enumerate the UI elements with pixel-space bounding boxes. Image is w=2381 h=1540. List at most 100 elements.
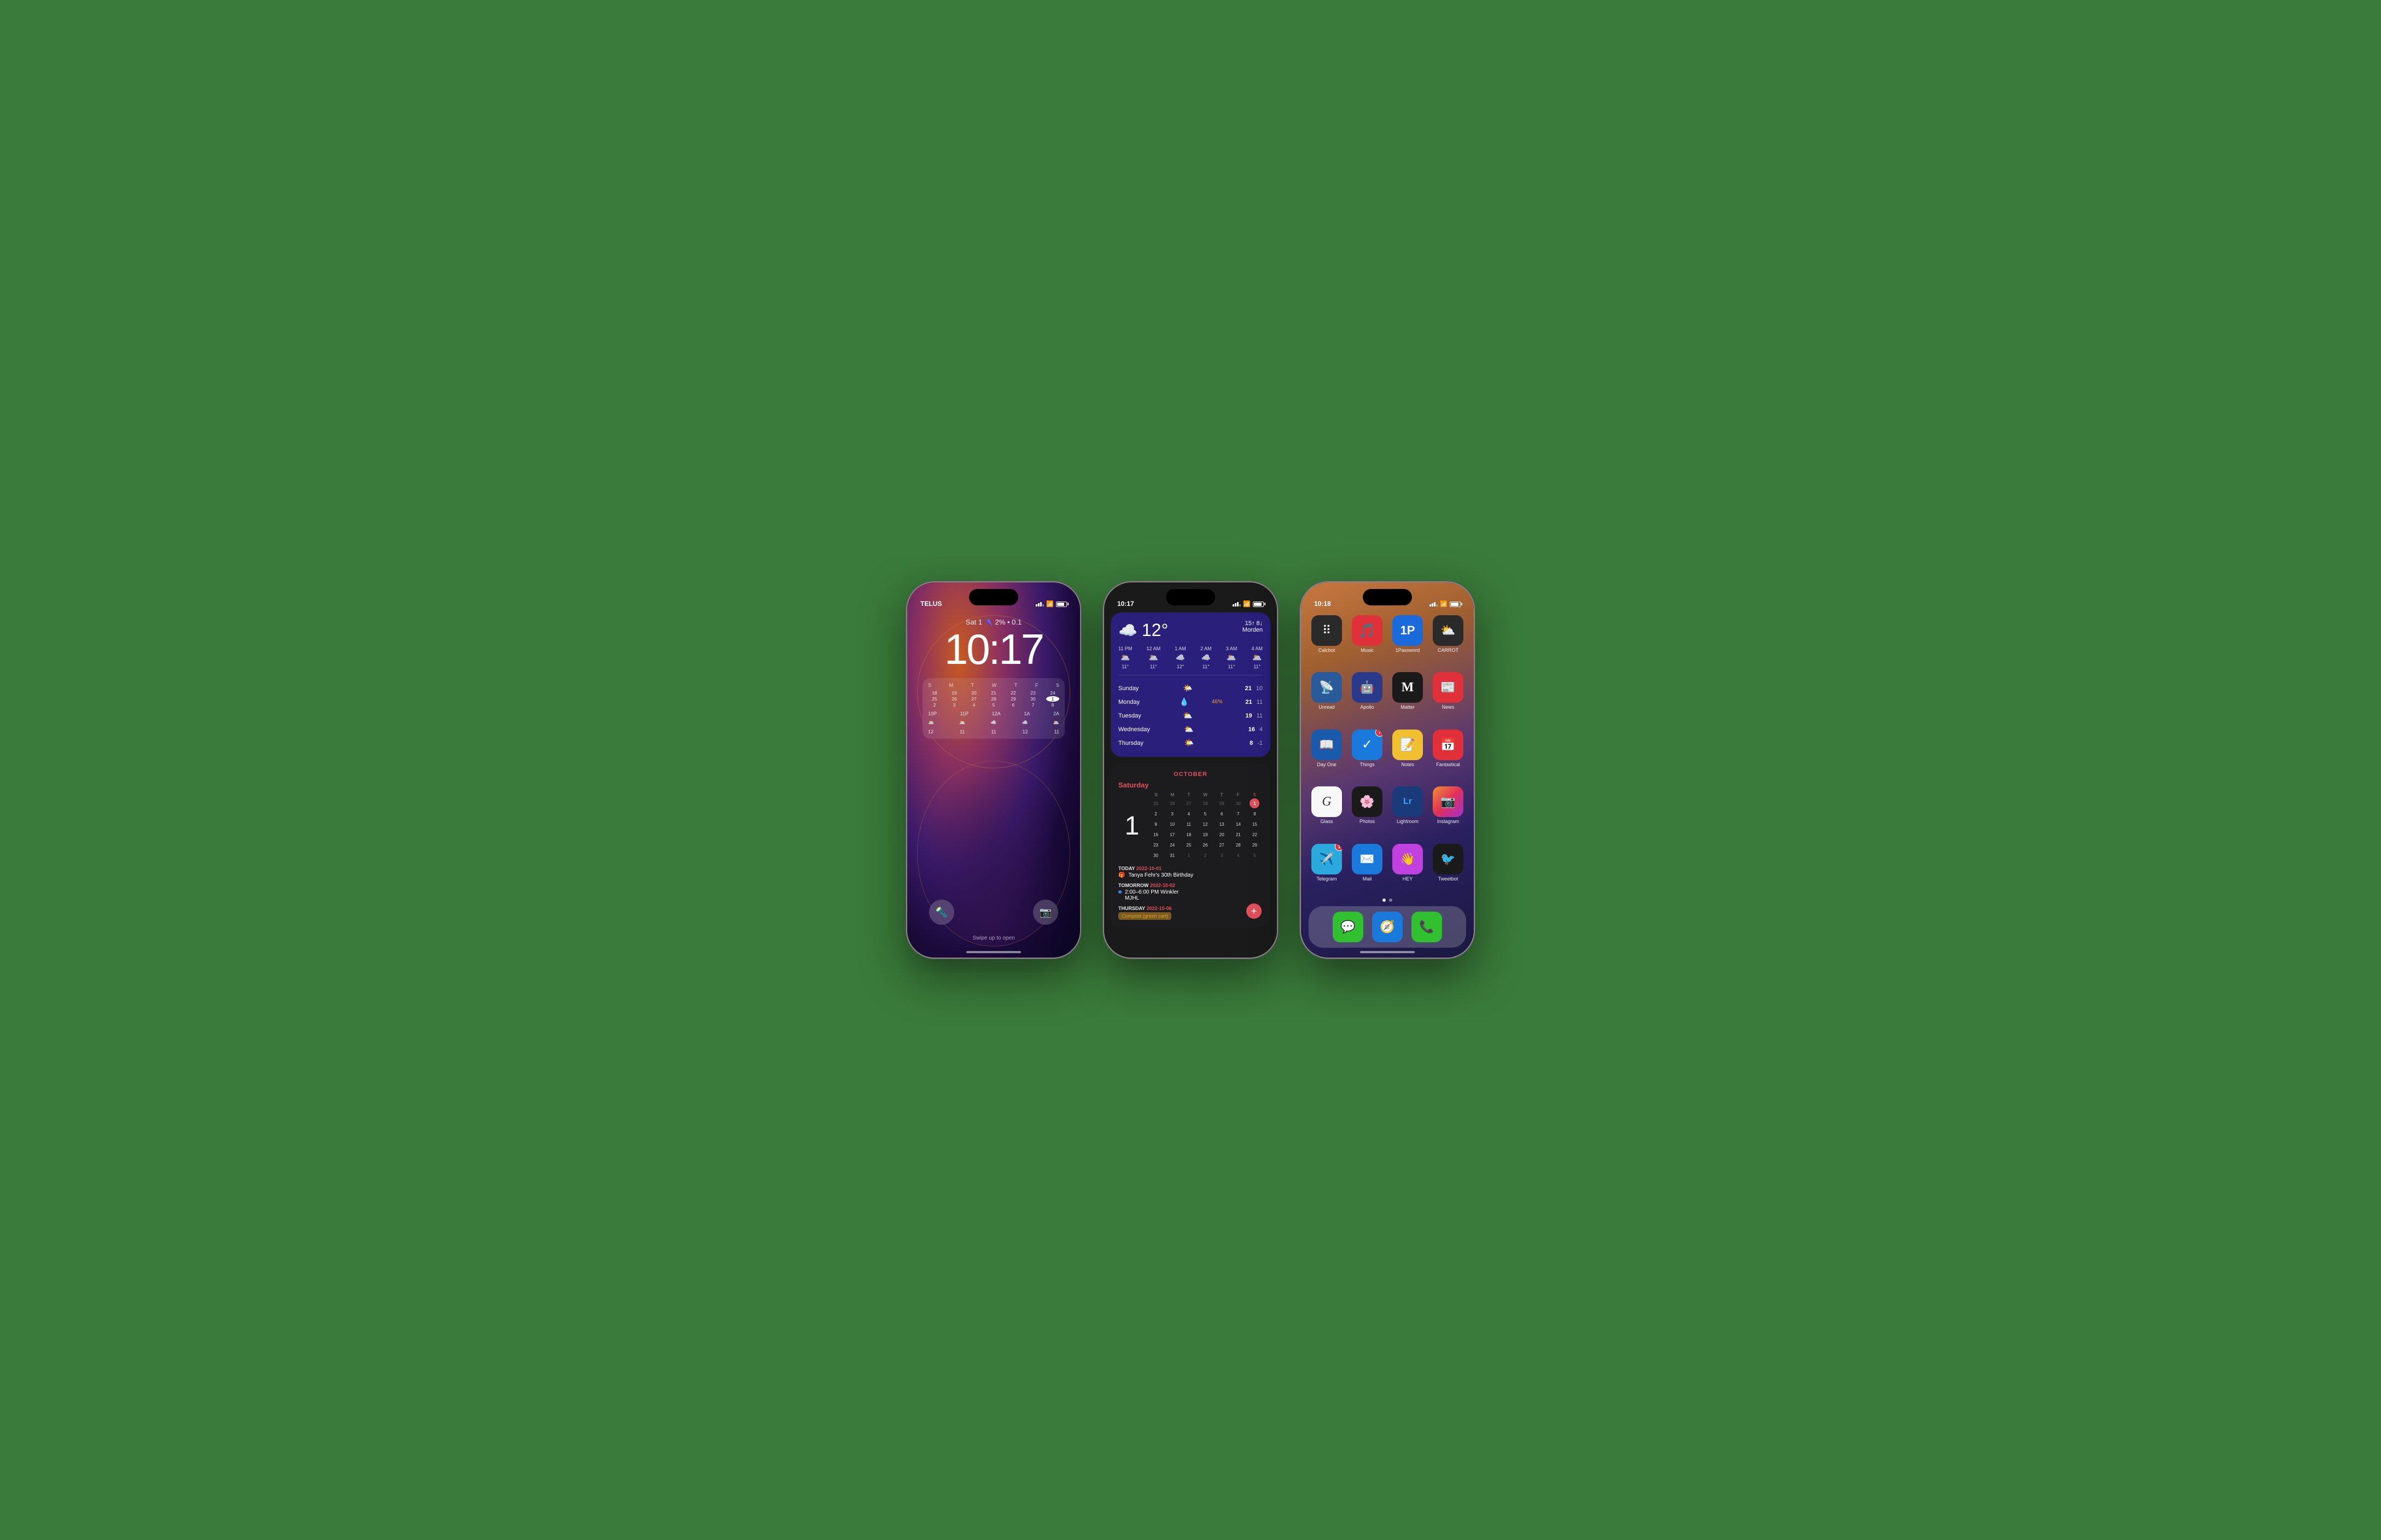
calendar-widget[interactable]: OCTOBER Saturday 1 S M T (1111, 763, 1270, 928)
app-music-wrapper[interactable]: 🎵 Music (1349, 615, 1385, 666)
calh-m: M (1164, 792, 1181, 797)
home-content: ⠿ Calcbot 🎵 Music 1P 1Pa (1301, 611, 1474, 958)
app-messages-wrapper[interactable]: 💬 (1333, 912, 1363, 942)
lock-time: 10:17 (944, 628, 1043, 670)
weather-main-icon: ☁️ (1118, 621, 1137, 639)
app-photos-wrapper[interactable]: 🌸 Photos (1349, 786, 1385, 837)
app-unread-label: Unread (1318, 704, 1335, 710)
signal-bar-2 (1038, 603, 1040, 606)
phone3: 10:18 📶 (1300, 581, 1475, 959)
day-temps-wed: 16 4 (1248, 726, 1263, 733)
day-name-wed: Wednesday (1118, 726, 1157, 733)
flashlight-button[interactable]: 🔦 (929, 900, 954, 925)
cal-add-button[interactable]: + (1246, 903, 1262, 919)
event-thursday-section: THURSDAY 2022-10-06 Compost (green cart) (1118, 906, 1263, 920)
hour-icon-2: 🌥️ (1149, 653, 1158, 662)
cal-date-25b: 25 (1184, 840, 1194, 850)
signal-bar-4 (1042, 604, 1044, 606)
app-telegram-wrapper[interactable]: ✈️ 1 Telegram (1309, 844, 1345, 894)
weather-hour-4: 2 AM ☁️ 11° (1200, 646, 1212, 669)
app-news-wrapper[interactable]: 📰 News (1430, 672, 1466, 722)
app-phone-wrapper[interactable]: 📞 (1411, 912, 1442, 942)
app-carrot-wrapper[interactable]: ⛅ CARROT (1430, 615, 1466, 666)
app-calcbot-icon: ⠿ (1311, 615, 1342, 646)
app-safari-wrapper[interactable]: 🧭 (1372, 912, 1403, 942)
cal-date-28b: 28 (1233, 840, 1243, 850)
cal-date-15: 15 (1250, 819, 1259, 829)
app-apollo-label: Apollo (1360, 704, 1374, 710)
app-lightroom-wrapper[interactable]: Lr Lightroom (1390, 786, 1426, 837)
cal-date-26b: 26 (1200, 840, 1210, 850)
cal-date-9: 9 (1151, 819, 1161, 829)
hour-icon-3: ☁️ (1176, 653, 1185, 662)
hour-time-5: 3 AM (1226, 646, 1238, 651)
app-lightroom-label: Lightroom (1397, 819, 1419, 824)
app-hey-wrapper[interactable]: 👋 HEY (1390, 844, 1426, 894)
weather-daily: Sunday 🌤️ 21 10 Monday 💧 46% (1118, 682, 1263, 749)
weather-location-info: 15↑ 8↓ Morden (1242, 620, 1263, 633)
cal-date-10: 10 (1168, 819, 1177, 829)
app-instagram-wrapper[interactable]: 📷 Instagram (1430, 786, 1466, 837)
cal-date-31: 31 (1168, 850, 1177, 860)
app-things-wrapper[interactable]: ✓ 7 Things (1349, 730, 1385, 780)
cal-big-day: 1 (1125, 813, 1140, 839)
signal-bar-3-2 (1432, 603, 1433, 606)
app-mail-icon: ✉️ (1352, 844, 1382, 874)
app-lightroom-icon: Lr (1392, 786, 1423, 817)
signal-bar-3-1 (1429, 604, 1431, 606)
app-calcbot-wrapper[interactable]: ⠿ Calcbot (1309, 615, 1345, 666)
app-notes-wrapper[interactable]: 📝 Notes (1390, 730, 1426, 780)
dock: 💬 🧭 📞 (1309, 906, 1466, 948)
battery-icon-2 (1253, 602, 1264, 607)
app-calcbot-label: Calcbot (1318, 648, 1335, 653)
event-birthday: 🎁 Tanya Fehr's 30th Birthday (1118, 872, 1263, 878)
app-dayone-icon: 📖 (1311, 730, 1342, 760)
app-fantastical-label: Fantastical (1436, 762, 1460, 767)
lock-cal-header-f: F (1035, 682, 1038, 688)
hour-icon-6: 🌥️ (1252, 653, 1262, 662)
app-tweetbot-wrapper[interactable]: 🐦 Tweetbot (1430, 844, 1466, 894)
day-icon-thu: 🌤️ (1184, 738, 1194, 748)
app-matter-wrapper[interactable]: M Matter (1390, 672, 1426, 722)
app-tweetbot-icon: 🐦 (1433, 844, 1463, 874)
app-fantastical-icon: 📅 (1433, 730, 1463, 760)
hour-temp-5: 11° (1228, 664, 1235, 669)
app-things-badge: 7 (1375, 730, 1382, 737)
app-apollo-wrapper[interactable]: 🤖 Apollo (1349, 672, 1385, 722)
signal-bar-2-3 (1237, 602, 1239, 606)
cal-date-2: 2 (1151, 809, 1161, 819)
lock-bottom-icons: 🔦 📷 (907, 900, 1080, 925)
app-glass-wrapper[interactable]: G Glass (1309, 786, 1345, 837)
cal-day-label-row: Saturday (1118, 781, 1263, 789)
event-thursday-text: THURSDAY (1118, 906, 1145, 911)
app-mail-wrapper[interactable]: ✉️ Mail (1349, 844, 1385, 894)
day-rain-mon: 46% (1212, 699, 1223, 705)
hour-temp-1: 11° (1122, 664, 1129, 669)
cal-grid: 1 S M T W T F S (1118, 792, 1263, 860)
camera-button[interactable]: 📷 (1033, 900, 1058, 925)
weather-widget[interactable]: ☁️ 12° 15↑ 8↓ Morden 11 PM 🌥️ 11° (1111, 612, 1270, 757)
hour-time-6: 4 AM (1251, 646, 1263, 651)
cal-date-4: 4 (1184, 809, 1194, 819)
cal-date-13: 13 (1217, 819, 1227, 829)
app-fantastical-wrapper[interactable]: 📅 Fantastical (1430, 730, 1466, 780)
battery-fill-2 (1254, 603, 1262, 606)
cal-date-n2: 2 (1200, 850, 1210, 860)
calh-s1: S (1148, 792, 1164, 797)
cal-date-27: 27 (1184, 798, 1194, 808)
phone1: TELUS 📶 (906, 581, 1081, 959)
weather-temp: 12° (1142, 620, 1168, 640)
weather-day-wednesday: Wednesday ⛅ 16 4 (1118, 723, 1263, 736)
carrier-1: TELUS (920, 600, 942, 608)
lock-cal-weather-icons: 🌥️🌥️☁️☁️🌥️ (928, 720, 1059, 726)
app-dayone-label: Day One (1317, 762, 1337, 767)
app-dayone-wrapper[interactable]: 📖 Day One (1309, 730, 1345, 780)
app-things-label: Things (1359, 762, 1374, 767)
lock-home-indicator (966, 951, 1021, 953)
signal-bar-2-2 (1235, 603, 1236, 606)
app-music-icon: 🎵 (1352, 615, 1382, 646)
event-tomorrow-date: 2022-10-02 (1150, 883, 1175, 888)
event-winkler-text: 2:00–6:00 PM Winkler MJHL (1125, 889, 1178, 901)
app-1password-wrapper[interactable]: 1P 1Password (1390, 615, 1426, 666)
app-unread-wrapper[interactable]: 📡 Unread (1309, 672, 1345, 722)
